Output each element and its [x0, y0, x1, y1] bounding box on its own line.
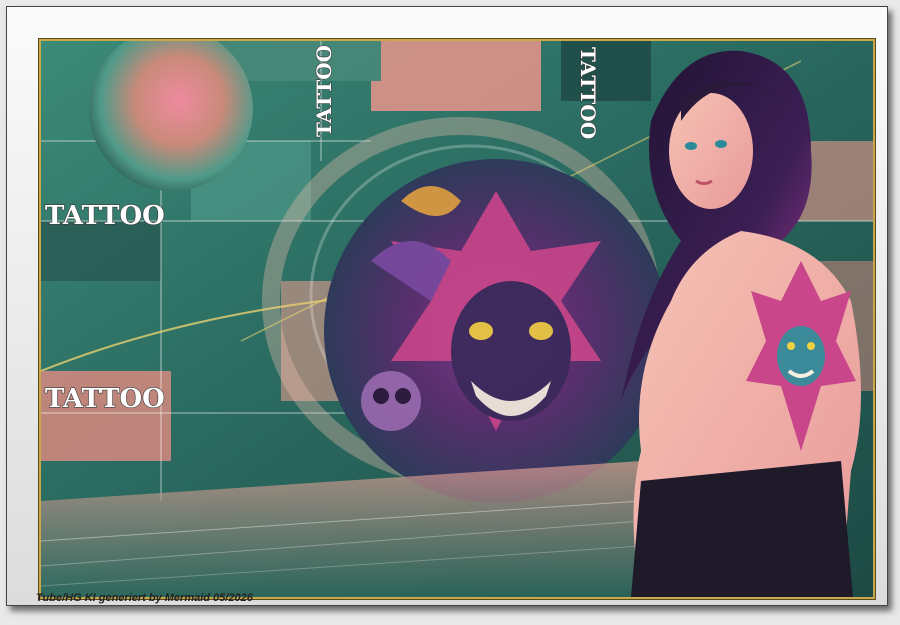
- overlay-word: TATTOO: [45, 201, 165, 231]
- overlay-word: TATTOO: [576, 47, 600, 139]
- tattoo-medallion: [324, 159, 668, 503]
- artwork-canvas: TATTOO TATTOO TATTOO TATTOO: [41, 41, 873, 597]
- outer-frame: TATTOO TATTOO TATTOO TATTOO: [6, 6, 888, 606]
- overlay-word: TATTOO: [312, 45, 336, 137]
- overlay-word: TATTOO: [45, 384, 165, 414]
- caption: Tube/HG KI generiert by Mermaid 05/2026: [36, 592, 253, 604]
- artwork-frame: TATTOO TATTOO TATTOO TATTOO: [39, 39, 875, 599]
